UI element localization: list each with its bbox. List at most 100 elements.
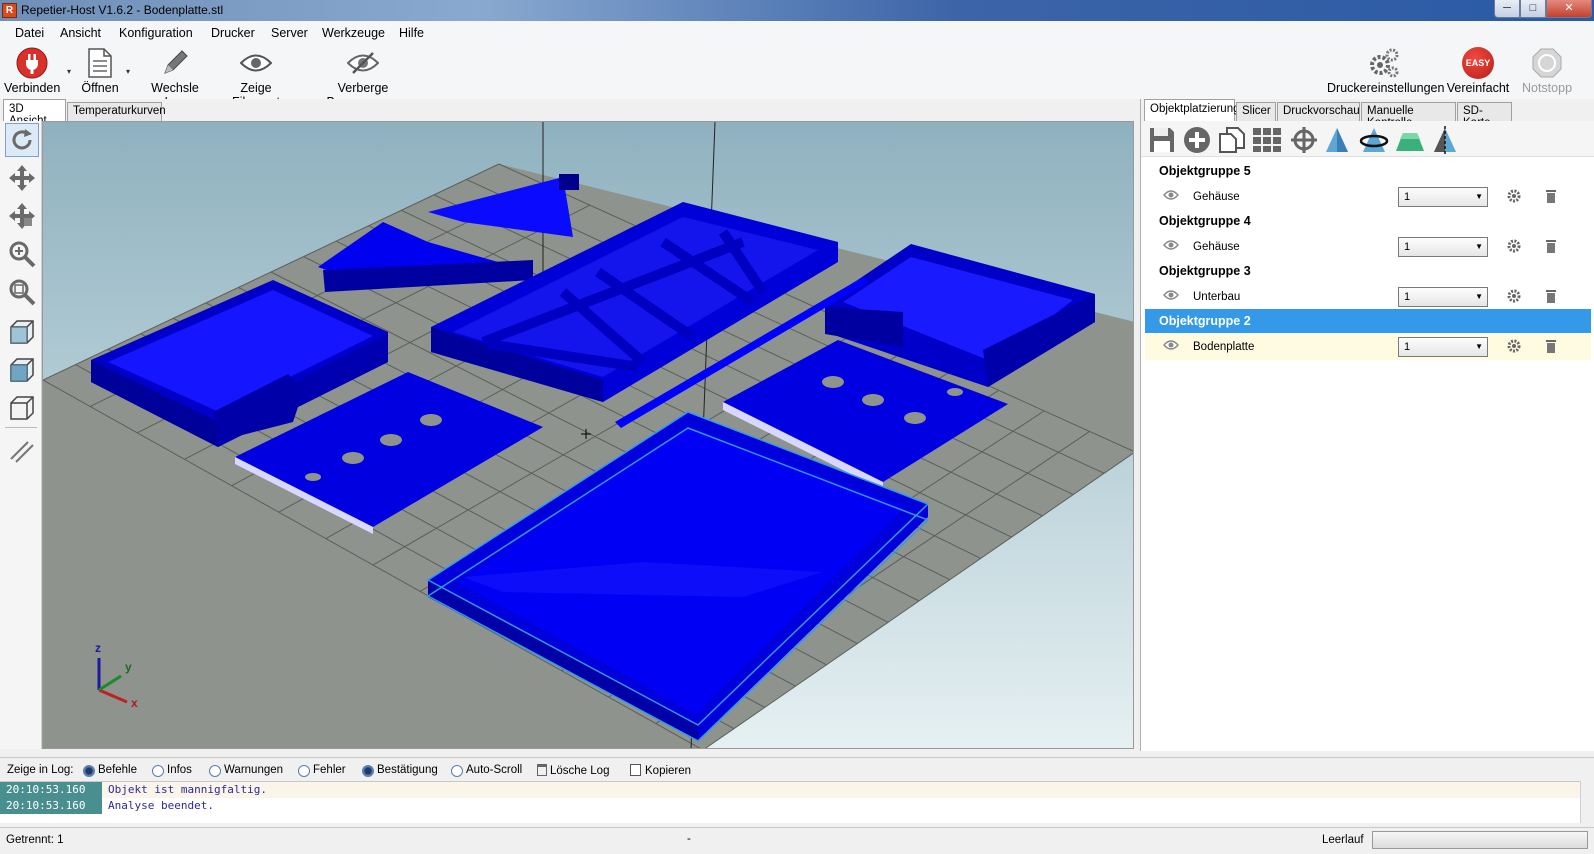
object-row-group-5[interactable]: Gehäuse 1 ▼ <box>1145 184 1591 210</box>
menu-ansicht[interactable]: Ansicht <box>60 26 101 40</box>
emergency-stop-label: Notstopp <box>1521 81 1573 95</box>
filter-acknowledgment[interactable]: Bestätigung <box>362 764 438 777</box>
trash-icon[interactable] <box>1545 339 1557 356</box>
progress-bar <box>1372 831 1588 849</box>
log-scrollbar[interactable] <box>1580 781 1594 823</box>
iso-view-button[interactable] <box>5 315 39 349</box>
tab-slicer[interactable]: Slicer <box>1236 102 1276 121</box>
tab-3d-view[interactable]: 3D Ansicht <box>3 99 66 127</box>
copies-select[interactable]: 1 ▼ <box>1398 237 1488 257</box>
connect-button[interactable]: Verbinden <box>4 47 60 95</box>
filter-infos[interactable]: Infos <box>152 764 192 777</box>
log-timestamp: 20:10:53.160 <box>0 798 102 814</box>
object-name: Gehäuse <box>1193 241 1240 253</box>
tab-manual-control[interactable]: Manuelle Kontrolle <box>1361 102 1456 129</box>
trash-icon[interactable] <box>1545 189 1557 206</box>
copy-log-button[interactable]: Kopieren <box>630 763 691 777</box>
copy-log-label: Kopieren <box>645 765 692 777</box>
gear-icon[interactable] <box>1507 189 1521 206</box>
menu-werkzeuge[interactable]: Werkzeuge <box>322 26 385 40</box>
gear-icon[interactable] <box>1507 239 1521 256</box>
rotate-view-button[interactable] <box>5 123 39 157</box>
copies-value: 1 <box>1404 291 1411 303</box>
connect-label: Verbinden <box>4 81 61 95</box>
menu-hilfe[interactable]: Hilfe <box>399 26 424 40</box>
filter-warnings[interactable]: Warnungen <box>209 764 283 777</box>
visibility-eye-icon[interactable] <box>1163 239 1179 254</box>
rotate-object-icon[interactable] <box>1358 124 1390 156</box>
trash-icon <box>537 764 547 776</box>
open-label: Öffnen <box>81 81 119 95</box>
object-group-5[interactable]: Objektgruppe 5 <box>1145 159 1591 183</box>
log-show-label: Zeige in Log: <box>7 764 74 776</box>
gear-icon[interactable] <box>1507 289 1521 306</box>
object-group-2[interactable]: Objektgruppe 2 <box>1145 309 1591 333</box>
object-name: Unterbau <box>1193 291 1241 303</box>
copies-select[interactable]: 1 ▼ <box>1398 337 1488 357</box>
object-group-3[interactable]: Objektgruppe 3 <box>1145 259 1591 283</box>
main-toolbar: Verbinden ▾ Öffnen ▾ Wechsle Log Zeige F… <box>0 45 1594 109</box>
log-output[interactable]: 20:10:53.160 Objekt ist mannigfaltig. 20… <box>0 781 1580 823</box>
trash-icon[interactable] <box>1545 289 1557 306</box>
object-row-group-4[interactable]: Gehäuse 1 ▼ <box>1145 234 1591 260</box>
visibility-eye-icon[interactable] <box>1163 289 1179 304</box>
fit-view-button[interactable] <box>5 275 39 309</box>
log-message: Analyse beendet. <box>108 799 214 812</box>
move-object-button[interactable] <box>5 199 39 233</box>
visibility-eye-icon[interactable] <box>1163 339 1179 354</box>
gears-icon <box>1367 47 1401 79</box>
autoposition-grid-icon[interactable] <box>1251 124 1283 156</box>
cut-object-icon[interactable] <box>1394 124 1426 156</box>
log-line: 20:10:53.160 Objekt ist mannigfaltig. <box>0 782 1580 798</box>
tab-sd-card[interactable]: SD-Karte <box>1457 102 1512 129</box>
tab-object-placement[interactable]: Objektplatzierung <box>1144 99 1240 121</box>
menu-konfiguration[interactable]: Konfiguration <box>119 26 193 40</box>
tab-print-preview[interactable]: Druckvorschau <box>1277 102 1360 121</box>
log-timestamp: 20:10:53.160 <box>0 782 102 798</box>
parallel-view-button[interactable] <box>5 434 39 468</box>
menu-server[interactable]: Server <box>271 26 308 40</box>
view-tabs: 3D Ansicht Temperaturkurven <box>0 99 1140 127</box>
printer-state: Leerlauf <box>1322 834 1364 846</box>
filter-auto-scroll[interactable]: Auto-Scroll <box>451 764 522 777</box>
3d-viewport[interactable]: z y x <box>42 121 1134 749</box>
clear-log-button[interactable]: Lösche Log <box>537 763 609 777</box>
tab-temperature-curves[interactable]: Temperaturkurven <box>67 102 166 121</box>
filter-commands[interactable]: Befehle <box>83 764 137 777</box>
parallel-lines-icon <box>10 441 34 463</box>
top-view-button[interactable] <box>5 391 39 425</box>
add-object-icon[interactable] <box>1181 124 1213 156</box>
tool-divider <box>5 427 37 428</box>
connect-dropdown-arrow[interactable]: ▾ <box>67 67 71 76</box>
move-arrows-icon <box>9 165 35 191</box>
copy-object-icon[interactable] <box>1216 124 1248 156</box>
close-button[interactable]: ✕ <box>1546 0 1592 18</box>
front-view-button[interactable] <box>5 353 39 387</box>
move-view-button[interactable] <box>5 161 39 195</box>
copies-value: 1 <box>1404 191 1411 203</box>
visibility-eye-icon[interactable] <box>1163 189 1179 204</box>
emergency-stop-button[interactable]: Notstopp <box>1517 47 1577 95</box>
trash-icon[interactable] <box>1545 239 1557 256</box>
filter-errors[interactable]: Fehler <box>298 764 346 777</box>
menu-datei[interactable]: Datei <box>15 26 44 40</box>
copies-select[interactable]: 1 ▼ <box>1398 287 1488 307</box>
simplified-label: Vereinfacht <box>1446 81 1510 95</box>
zoom-button[interactable] <box>5 237 39 271</box>
open-dropdown-arrow[interactable]: ▾ <box>126 67 130 76</box>
object-row-group-2[interactable]: Bodenplatte 1 ▼ <box>1145 334 1591 360</box>
object-row-group-3[interactable]: Unterbau 1 ▼ <box>1145 284 1591 310</box>
save-icon[interactable] <box>1146 124 1178 156</box>
maximize-button[interactable]: □ <box>1520 0 1546 18</box>
copies-select[interactable]: 1 ▼ <box>1398 187 1488 207</box>
scale-object-icon[interactable] <box>1321 124 1353 156</box>
minimize-button[interactable]: ─ <box>1494 0 1520 18</box>
menu-drucker[interactable]: Drucker <box>211 26 255 40</box>
gear-icon[interactable] <box>1507 339 1521 356</box>
simplified-mode-button[interactable]: EASY Vereinfacht <box>1446 47 1510 95</box>
center-object-icon[interactable] <box>1288 124 1320 156</box>
open-button[interactable]: Öffnen <box>78 47 122 95</box>
object-group-4[interactable]: Objektgruppe 4 <box>1145 209 1591 233</box>
mirror-object-icon[interactable] <box>1429 124 1461 156</box>
printer-settings-button[interactable]: Druckereinstellungen <box>1327 47 1444 95</box>
